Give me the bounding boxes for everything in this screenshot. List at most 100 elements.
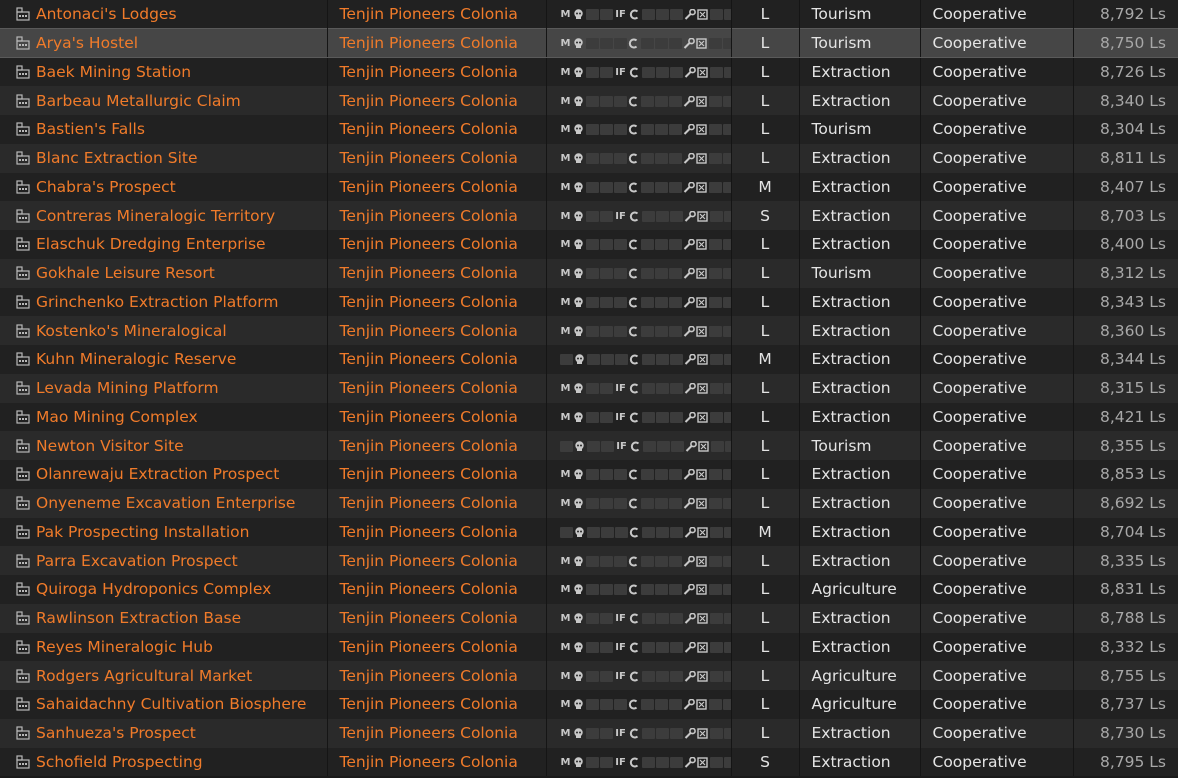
system-name-link[interactable]: Tenjin Pioneers Colonia <box>340 638 518 656</box>
system-name-link[interactable]: Tenjin Pioneers Colonia <box>340 264 518 282</box>
table-row[interactable]: Grinchenko Extraction Platform Tenjin Pi… <box>0 287 1178 317</box>
table-row[interactable]: Rodgers Agricultural Market Tenjin Pione… <box>0 661 1178 690</box>
station-name-link[interactable]: Arya's Hostel <box>36 34 138 52</box>
system-name-link[interactable]: Tenjin Pioneers Colonia <box>340 34 518 52</box>
table-row[interactable]: Sahaidachny Cultivation Biosphere Tenjin… <box>0 690 1178 719</box>
station-name-link[interactable]: Kostenko's Mineralogical <box>36 322 227 340</box>
system-name-link[interactable]: Tenjin Pioneers Colonia <box>340 753 518 771</box>
system-name-link[interactable]: Tenjin Pioneers Colonia <box>340 207 518 225</box>
table-row[interactable]: Elaschuk Dredging Enterprise Tenjin Pion… <box>0 230 1178 259</box>
system-name-link[interactable]: Tenjin Pioneers Colonia <box>340 667 518 685</box>
station-name-cell: Kuhn Mineralogic Reserve <box>0 345 328 374</box>
system-name-link[interactable]: Tenjin Pioneers Colonia <box>340 120 518 138</box>
station-name-link[interactable]: Rodgers Agricultural Market <box>36 667 252 685</box>
system-name-link[interactable]: Tenjin Pioneers Colonia <box>340 609 518 627</box>
station-name-link[interactable]: Antonaci's Lodges <box>36 5 177 23</box>
station-name-link[interactable]: Mao Mining Complex <box>36 408 198 426</box>
table-row[interactable]: Mao Mining Complex Tenjin Pioneers Colon… <box>0 402 1178 432</box>
system-name-link[interactable]: Tenjin Pioneers Colonia <box>340 322 518 340</box>
station-name-link[interactable]: Baek Mining Station <box>36 63 191 81</box>
station-icon <box>16 237 30 251</box>
station-name-link[interactable]: Levada Mining Platform <box>36 379 219 397</box>
system-name-link[interactable]: Tenjin Pioneers Colonia <box>340 350 518 368</box>
system-name-link[interactable]: Tenjin Pioneers Colonia <box>340 580 518 598</box>
table-row[interactable]: Antonaci's Lodges Tenjin Pioneers Coloni… <box>0 0 1178 29</box>
table-row[interactable]: Blanc Extraction Site Tenjin Pioneers Co… <box>0 143 1178 173</box>
table-row[interactable]: Bastien's Falls Tenjin Pioneers Colonia … <box>0 115 1178 144</box>
market-icon: M <box>560 239 571 251</box>
economy-cell: Extraction <box>799 287 921 317</box>
station-name-link[interactable]: Elaschuk Dredging Enterprise <box>36 235 266 253</box>
station-name-link[interactable]: Grinchenko Extraction Platform <box>36 293 278 311</box>
table-row[interactable]: Arya's Hostel Tenjin Pioneers Colonia M … <box>0 28 1178 58</box>
station-name-link[interactable]: Rawlinson Extraction Base <box>36 609 241 627</box>
repair-wrench-icon <box>684 727 696 739</box>
station-name-link[interactable]: Bastien's Falls <box>36 120 145 138</box>
system-name-link[interactable]: Tenjin Pioneers Colonia <box>340 523 518 541</box>
system-name-link[interactable]: Tenjin Pioneers Colonia <box>340 92 518 110</box>
table-row[interactable]: Kuhn Mineralogic Reserve Tenjin Pioneers… <box>0 345 1178 374</box>
table-row[interactable]: Kostenko's Mineralogical Tenjin Pioneers… <box>0 316 1178 345</box>
system-name-link[interactable]: Tenjin Pioneers Colonia <box>340 235 518 253</box>
system-name-link[interactable]: Tenjin Pioneers Colonia <box>340 5 518 23</box>
service-unavailable-slot <box>585 498 599 510</box>
table-row[interactable]: Levada Mining Platform Tenjin Pioneers C… <box>0 373 1178 403</box>
table-row[interactable]: Baek Mining Station Tenjin Pioneers Colo… <box>0 57 1178 87</box>
table-row[interactable]: Parra Excavation Prospect Tenjin Pioneer… <box>0 546 1178 575</box>
service-unavailable-slot <box>640 268 654 280</box>
station-name-link[interactable]: Contreras Mineralogic Territory <box>36 207 275 225</box>
table-row[interactable]: Pak Prospecting Installation Tenjin Pion… <box>0 517 1178 547</box>
station-name-link[interactable]: Schofield Prospecting <box>36 753 203 771</box>
system-name-link[interactable]: Tenjin Pioneers Colonia <box>340 465 518 483</box>
system-name-link[interactable]: Tenjin Pioneers Colonia <box>340 178 518 196</box>
station-name-link[interactable]: Olanrewaju Extraction Prospect <box>36 465 279 483</box>
service-unavailable-slot <box>641 67 655 79</box>
system-name-link[interactable]: Tenjin Pioneers Colonia <box>340 149 518 167</box>
station-name-link[interactable]: Onyeneme Excavation Enterprise <box>36 494 295 512</box>
table-row[interactable]: Reyes Mineralogic Hub Tenjin Pioneers Co… <box>0 632 1178 662</box>
station-name-link[interactable]: Sanhueza's Prospect <box>36 724 196 742</box>
station-name-link[interactable]: Newton Visitor Site <box>36 437 184 455</box>
station-name-cell: Pak Prospecting Installation <box>0 517 328 547</box>
station-name-link[interactable]: Barbeau Metallurgic Claim <box>36 92 241 110</box>
table-row[interactable]: Gokhale Leisure Resort Tenjin Pioneers C… <box>0 258 1178 288</box>
station-name-link[interactable]: Blanc Extraction Site <box>36 149 198 167</box>
service-unavailable-slot <box>655 670 669 682</box>
station-name-link[interactable]: Gokhale Leisure Resort <box>36 264 215 282</box>
table-row[interactable]: Chabra's Prospect Tenjin Pioneers Coloni… <box>0 172 1178 202</box>
station-name-link[interactable]: Reyes Mineralogic Hub <box>36 638 213 656</box>
station-name-link[interactable]: Quiroga Hydroponics Complex <box>36 580 271 598</box>
system-name-link[interactable]: Tenjin Pioneers Colonia <box>340 293 518 311</box>
system-name-link[interactable]: Tenjin Pioneers Colonia <box>340 379 518 397</box>
system-name-link[interactable]: Tenjin Pioneers Colonia <box>340 437 518 455</box>
shipyard-skull-icon <box>573 239 585 250</box>
system-name-link[interactable]: Tenjin Pioneers Colonia <box>340 552 518 570</box>
system-name-link[interactable]: Tenjin Pioneers Colonia <box>340 408 518 426</box>
system-name-link[interactable]: Tenjin Pioneers Colonia <box>340 724 518 742</box>
market-icon: M <box>560 268 571 280</box>
station-name-link[interactable]: Pak Prospecting Installation <box>36 523 249 541</box>
system-name-link[interactable]: Tenjin Pioneers Colonia <box>340 695 518 713</box>
restock-icon <box>696 239 708 251</box>
table-row[interactable]: Newton Visitor Site Tenjin Pioneers Colo… <box>0 431 1178 460</box>
station-name-link[interactable]: Kuhn Mineralogic Reserve <box>36 350 236 368</box>
table-row[interactable]: Schofield Prospecting Tenjin Pioneers Co… <box>0 747 1178 777</box>
station-name-link[interactable]: Parra Excavation Prospect <box>36 552 238 570</box>
table-row[interactable]: Onyeneme Excavation Enterprise Tenjin Pi… <box>0 488 1178 518</box>
table-row[interactable]: Quiroga Hydroponics Complex Tenjin Pione… <box>0 575 1178 604</box>
table-row[interactable]: Olanrewaju Extraction Prospect Tenjin Pi… <box>0 460 1178 489</box>
table-row[interactable]: Barbeau Metallurgic Claim Tenjin Pioneer… <box>0 86 1178 115</box>
repair-wrench-icon <box>685 440 697 452</box>
service-unavailable-slot <box>585 95 599 107</box>
station-name-link[interactable]: Chabra's Prospect <box>36 178 176 196</box>
table-row[interactable]: Rawlinson Extraction Base Tenjin Pioneer… <box>0 603 1178 633</box>
station-name-link[interactable]: Sahaidachny Cultivation Biosphere <box>36 695 306 713</box>
distance-cell: 8,315 Ls <box>1099 379 1166 398</box>
system-name-link[interactable]: Tenjin Pioneers Colonia <box>340 494 518 512</box>
table-row[interactable]: Contreras Mineralogic Territory Tenjin P… <box>0 201 1178 230</box>
table-row[interactable]: Sanhueza's Prospect Tenjin Pioneers Colo… <box>0 718 1178 748</box>
system-name-link[interactable]: Tenjin Pioneers Colonia <box>340 63 518 81</box>
services-cell: M <box>546 575 732 604</box>
restock-icon <box>696 38 708 49</box>
service-unavailable-slot <box>599 728 613 740</box>
